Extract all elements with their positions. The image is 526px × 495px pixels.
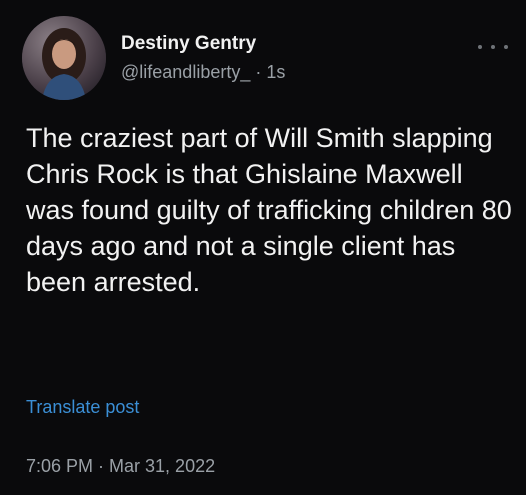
avatar[interactable] bbox=[22, 16, 106, 100]
author-info: Destiny Gentry @lifeandliberty_ · 1s bbox=[121, 33, 285, 83]
translate-post-link[interactable]: Translate post bbox=[26, 396, 139, 418]
more-dot bbox=[491, 45, 495, 49]
more-dot bbox=[504, 45, 508, 49]
avatar-image bbox=[22, 16, 106, 100]
author-display-name[interactable]: Destiny Gentry bbox=[121, 33, 285, 55]
author-handle-and-age[interactable]: @lifeandliberty_ · 1s bbox=[121, 61, 285, 83]
post-timestamp[interactable]: 7:06 PM · Mar 31, 2022 bbox=[26, 455, 215, 477]
more-horizontal-icon[interactable] bbox=[478, 40, 508, 54]
post-text: The craziest part of Will Smith slapping… bbox=[26, 123, 512, 297]
more-dot bbox=[478, 45, 482, 49]
post-card: Destiny Gentry @lifeandliberty_ · 1s The… bbox=[0, 0, 526, 495]
